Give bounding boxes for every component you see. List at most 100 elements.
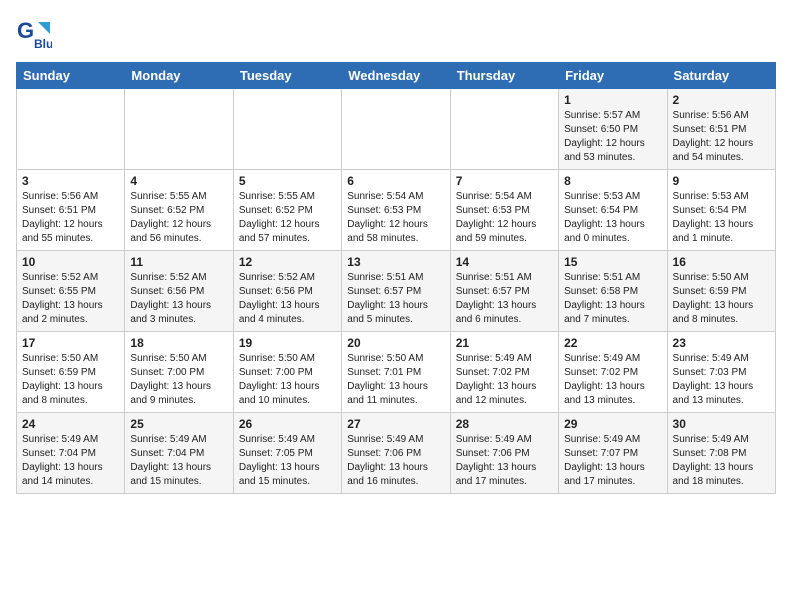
page: G Blue SundayMondayTuesdayWednesdayThurs… [0,0,792,510]
day-number: 23 [673,336,770,350]
day-number: 13 [347,255,444,269]
col-header-thursday: Thursday [450,63,558,89]
calendar-cell: 23 Sunrise: 5:49 AMSunset: 7:03 PMDayligh… [667,332,775,413]
day-number: 2 [673,93,770,107]
calendar-cell: 28Sunrise: 5:49 AMSunset: 7:06 PMDayligh… [450,413,558,494]
logo-icon: G Blue [16,16,52,52]
day-info: Sunrise: 5:56 AMSunset: 6:51 PMDaylight:… [673,109,770,165]
calendar-cell: 3 Sunrise: 5:56 AMSunset: 6:51 PMDaylight… [17,170,125,251]
calendar-cell [450,89,558,170]
day-number: 21 [456,336,553,350]
calendar-cell [17,89,125,170]
calendar-cell [125,89,233,170]
calendar-cell [233,89,341,170]
day-info: Sunrise: 5:49 AMSunset: 7:05 PMDaylight:… [239,433,336,489]
day-info: Sunrise: 5:50 AMSunset: 6:59 PMDaylight:… [673,271,770,327]
col-header-sunday: Sunday [17,63,125,89]
day-info: Sunrise: 5:49 AMSunset: 7:04 PMDaylight:… [22,433,119,489]
calendar-cell: 4 Sunrise: 5:55 AMSunset: 6:52 PMDaylight… [125,170,233,251]
calendar-row: 24 Sunrise: 5:49 AMSunset: 7:04 PMDayligh… [17,413,776,494]
day-info: Sunrise: 5:54 AMSunset: 6:53 PMDaylight:… [456,190,553,246]
day-number: 6 [347,174,444,188]
day-number: 26 [239,417,336,431]
calendar-cell: 6Sunrise: 5:54 AMSunset: 6:53 PMDaylight… [342,170,450,251]
calendar-cell: 2 Sunrise: 5:56 AMSunset: 6:51 PMDaylight… [667,89,775,170]
calendar-cell: 20Sunrise: 5:50 AMSunset: 7:01 PMDayligh… [342,332,450,413]
day-info: Sunrise: 5:55 AMSunset: 6:52 PMDaylight:… [239,190,336,246]
day-info: Sunrise: 5:56 AMSunset: 6:51 PMDaylight:… [22,190,119,246]
day-number: 18 [130,336,227,350]
calendar-cell: 18 Sunrise: 5:50 AMSunset: 7:00 PMDayligh… [125,332,233,413]
day-number: 8 [564,174,661,188]
calendar-cell: 1 Sunrise: 5:57 AMSunset: 6:50 PMDaylight… [559,89,667,170]
day-info: Sunrise: 5:50 AMSunset: 6:59 PMDaylight:… [22,352,119,408]
day-info: Sunrise: 5:57 AMSunset: 6:50 PMDaylight:… [564,109,661,165]
day-info: Sunrise: 5:55 AMSunset: 6:52 PMDaylight:… [130,190,227,246]
day-number: 14 [456,255,553,269]
header-row: SundayMondayTuesdayWednesdayThursdayFrid… [17,63,776,89]
calendar-row: 10 Sunrise: 5:52 AMSunset: 6:55 PMDayligh… [17,251,776,332]
svg-text:Blue: Blue [34,37,52,51]
calendar-cell: 21 Sunrise: 5:49 AMSunset: 7:02 PMDayligh… [450,332,558,413]
calendar-cell: 22Sunrise: 5:49 AMSunset: 7:02 PMDayligh… [559,332,667,413]
calendar-cell: 27 Sunrise: 5:49 AMSunset: 7:06 PMDayligh… [342,413,450,494]
calendar-cell: 12Sunrise: 5:52 AMSunset: 6:56 PMDayligh… [233,251,341,332]
day-number: 27 [347,417,444,431]
day-info: Sunrise: 5:50 AMSunset: 7:00 PMDaylight:… [130,352,227,408]
day-info: Sunrise: 5:49 AMSunset: 7:03 PMDaylight:… [673,352,770,408]
day-info: Sunrise: 5:49 AMSunset: 7:06 PMDaylight:… [456,433,553,489]
day-number: 24 [22,417,119,431]
day-number: 15 [564,255,661,269]
day-number: 30 [673,417,770,431]
day-number: 7 [456,174,553,188]
day-number: 4 [130,174,227,188]
calendar-cell [342,89,450,170]
day-number: 25 [130,417,227,431]
day-info: Sunrise: 5:49 AMSunset: 7:06 PMDaylight:… [347,433,444,489]
logo: G Blue [16,16,56,52]
calendar-cell: 5 Sunrise: 5:55 AMSunset: 6:52 PMDaylight… [233,170,341,251]
day-number: 29 [564,417,661,431]
day-number: 20 [347,336,444,350]
calendar-cell: 26 Sunrise: 5:49 AMSunset: 7:05 PMDayligh… [233,413,341,494]
day-info: Sunrise: 5:49 AMSunset: 7:07 PMDaylight:… [564,433,661,489]
day-info: Sunrise: 5:52 AMSunset: 6:56 PMDaylight:… [130,271,227,327]
day-number: 17 [22,336,119,350]
calendar-cell: 11Sunrise: 5:52 AMSunset: 6:56 PMDayligh… [125,251,233,332]
col-header-saturday: Saturday [667,63,775,89]
day-info: Sunrise: 5:50 AMSunset: 7:00 PMDaylight:… [239,352,336,408]
col-header-tuesday: Tuesday [233,63,341,89]
day-info: Sunrise: 5:51 AMSunset: 6:57 PMDaylight:… [347,271,444,327]
calendar-cell: 25 Sunrise: 5:49 AMSunset: 7:04 PMDayligh… [125,413,233,494]
day-number: 1 [564,93,661,107]
day-info: Sunrise: 5:49 AMSunset: 7:04 PMDaylight:… [130,433,227,489]
day-number: 16 [673,255,770,269]
day-info: Sunrise: 5:49 AMSunset: 7:02 PMDaylight:… [564,352,661,408]
calendar-cell: 9 Sunrise: 5:53 AMSunset: 6:54 PMDaylight… [667,170,775,251]
calendar-cell: 14 Sunrise: 5:51 AMSunset: 6:57 PMDayligh… [450,251,558,332]
day-number: 10 [22,255,119,269]
day-info: Sunrise: 5:51 AMSunset: 6:57 PMDaylight:… [456,271,553,327]
calendar-body: 1 Sunrise: 5:57 AMSunset: 6:50 PMDaylight… [17,89,776,494]
calendar-cell: 30Sunrise: 5:49 AMSunset: 7:08 PMDayligh… [667,413,775,494]
day-number: 5 [239,174,336,188]
calendar-row: 3 Sunrise: 5:56 AMSunset: 6:51 PMDaylight… [17,170,776,251]
header: G Blue [16,16,776,52]
day-number: 19 [239,336,336,350]
day-info: Sunrise: 5:53 AMSunset: 6:54 PMDaylight:… [673,190,770,246]
col-header-friday: Friday [559,63,667,89]
day-info: Sunrise: 5:53 AMSunset: 6:54 PMDaylight:… [564,190,661,246]
calendar-cell: 15 Sunrise: 5:51 AMSunset: 6:58 PMDayligh… [559,251,667,332]
day-info: Sunrise: 5:49 AMSunset: 7:02 PMDaylight:… [456,352,553,408]
day-info: Sunrise: 5:52 AMSunset: 6:55 PMDaylight:… [22,271,119,327]
day-info: Sunrise: 5:51 AMSunset: 6:58 PMDaylight:… [564,271,661,327]
col-header-wednesday: Wednesday [342,63,450,89]
calendar-cell: 8 Sunrise: 5:53 AMSunset: 6:54 PMDaylight… [559,170,667,251]
col-header-monday: Monday [125,63,233,89]
calendar-cell: 29 Sunrise: 5:49 AMSunset: 7:07 PMDayligh… [559,413,667,494]
day-number: 3 [22,174,119,188]
calendar-cell: 7 Sunrise: 5:54 AMSunset: 6:53 PMDaylight… [450,170,558,251]
calendar-row: 1 Sunrise: 5:57 AMSunset: 6:50 PMDaylight… [17,89,776,170]
calendar-cell: 17 Sunrise: 5:50 AMSunset: 6:59 PMDayligh… [17,332,125,413]
day-number: 9 [673,174,770,188]
